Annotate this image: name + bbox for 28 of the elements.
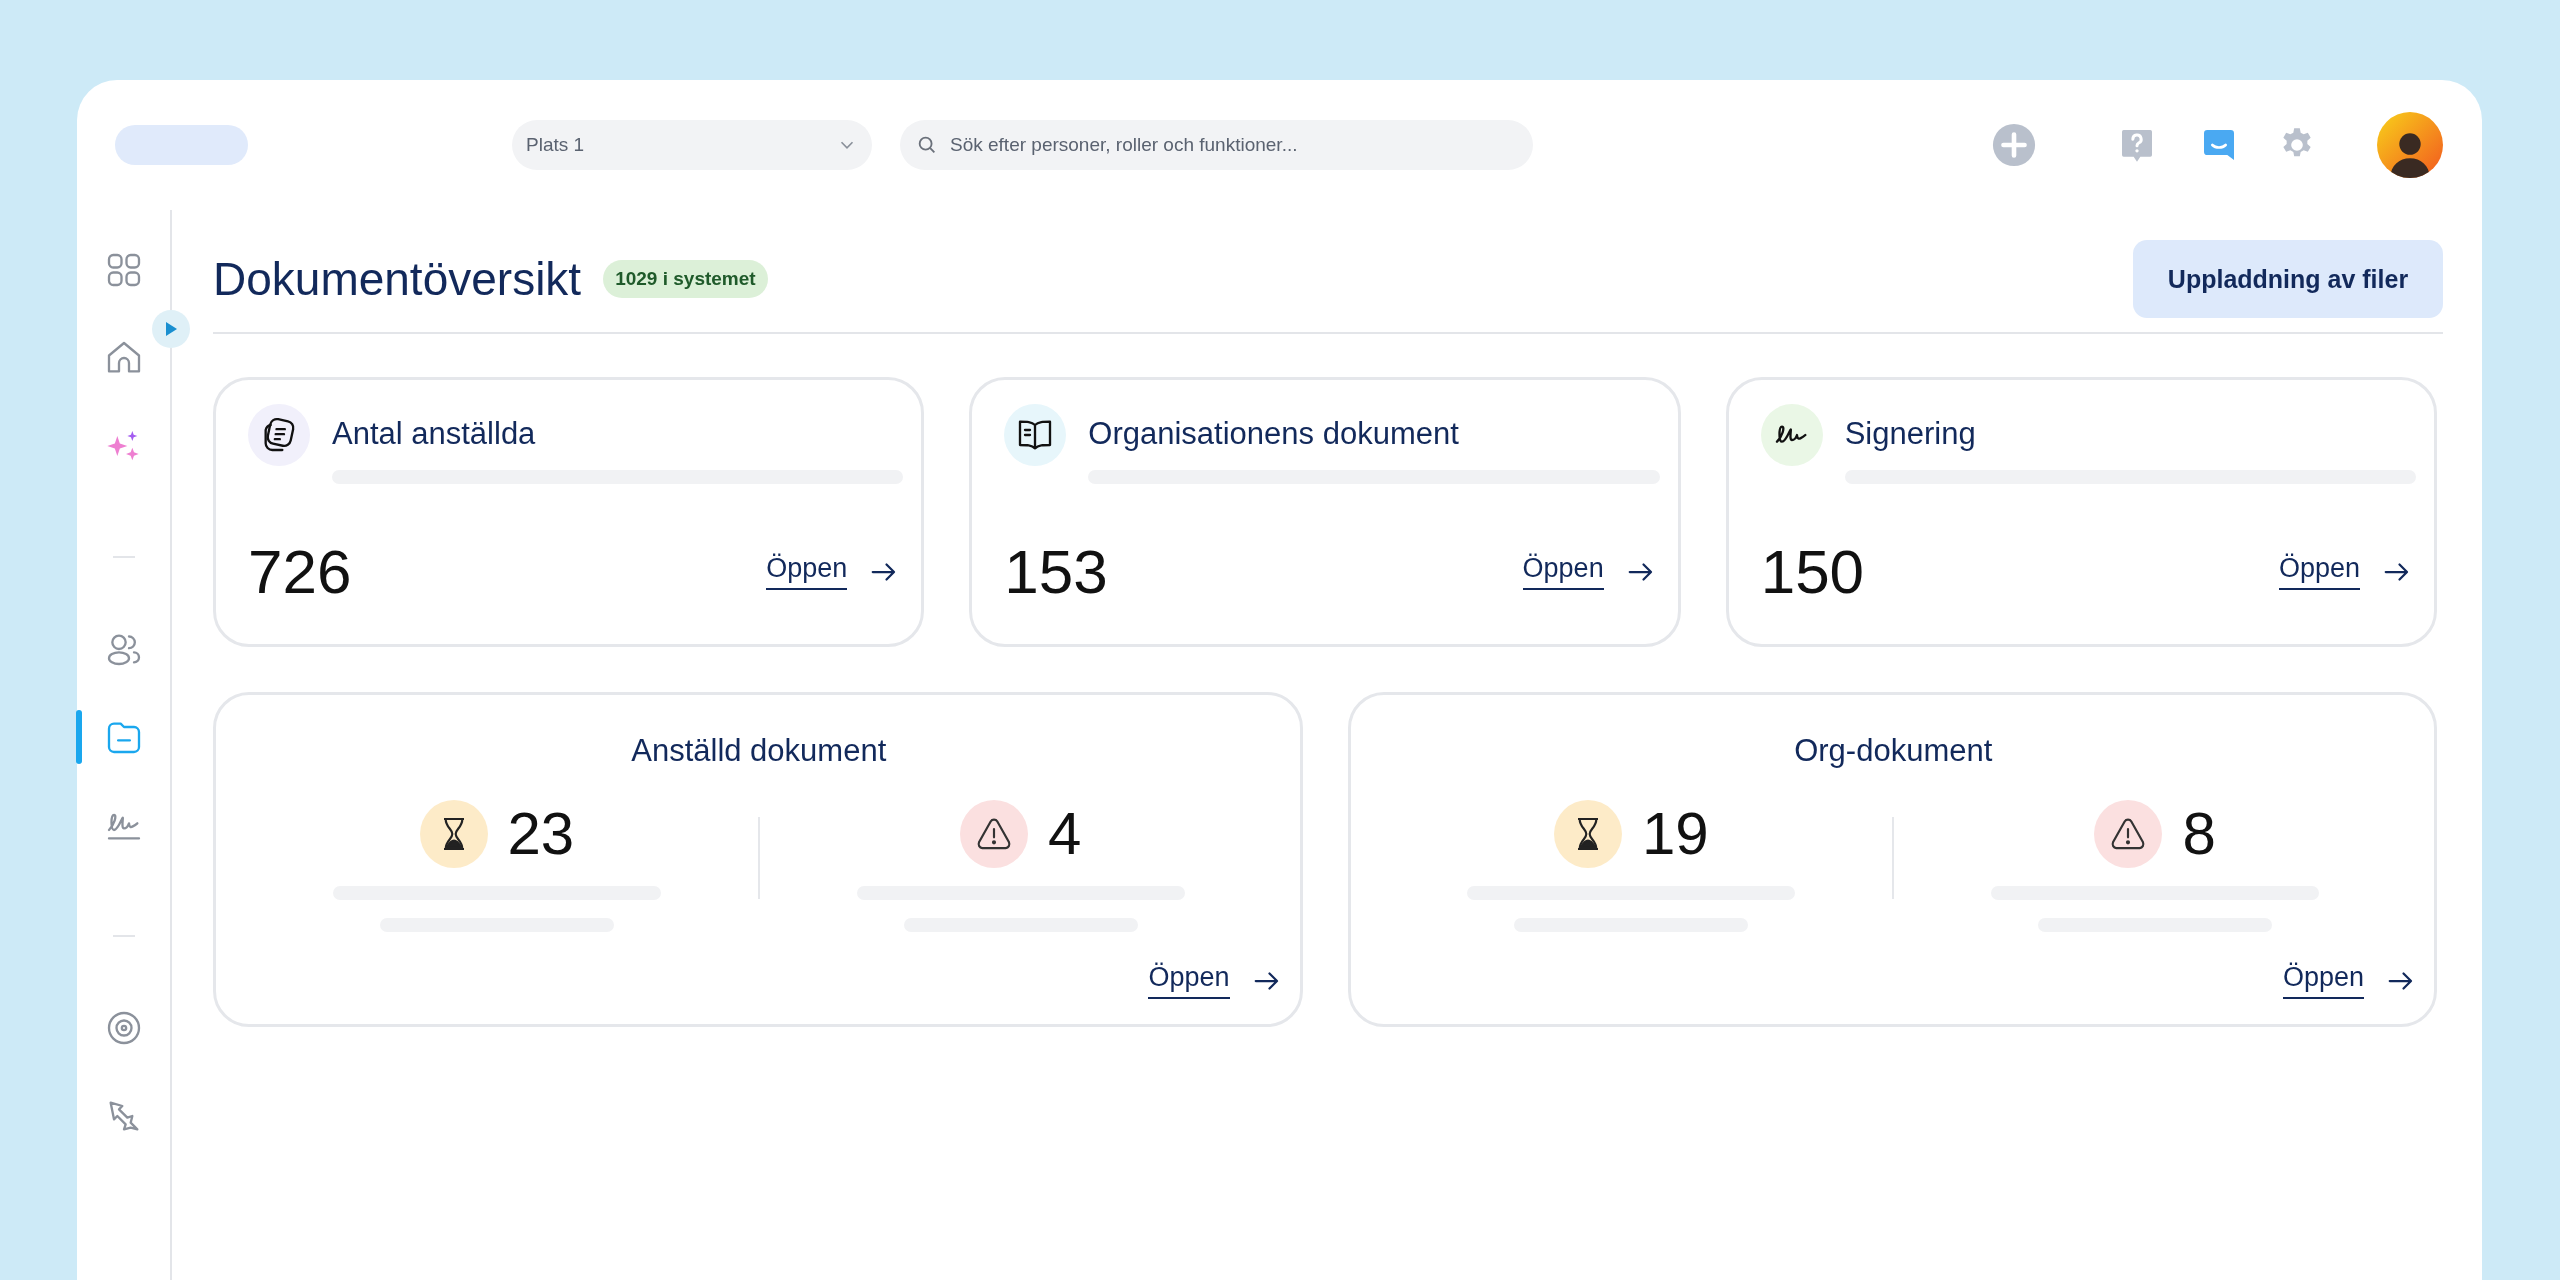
stat-value: 726 — [248, 536, 352, 607]
count-value: 19 — [1642, 799, 1709, 868]
location-select[interactable]: Plats 1 — [512, 120, 872, 170]
card-title: Org-dokument — [1793, 733, 1994, 769]
open-link[interactable]: Öppen — [1522, 553, 1604, 590]
card-title: Signering — [1844, 416, 1976, 452]
stat-value: 153 — [1004, 536, 1108, 607]
open-link[interactable]: Öppen — [1148, 962, 1230, 999]
count-value: 8 — [2182, 799, 2216, 868]
count-value: 4 — [1047, 799, 1082, 868]
count-badge: 1029 i systemet — [603, 260, 768, 298]
count-value: 23 — [507, 799, 575, 868]
add-icon[interactable] — [1991, 122, 2037, 168]
search-icon — [916, 134, 938, 156]
upload-button[interactable]: Uppladdning av filer — [2133, 240, 2443, 318]
expand-toggle[interactable] — [152, 310, 190, 348]
active-indicator — [76, 710, 82, 764]
card-title: Anställd dokument — [630, 733, 888, 769]
open-link[interactable]: Öppen — [2282, 962, 2364, 999]
page-title: Dokumentöversikt — [213, 252, 582, 306]
stat-value: 150 — [1760, 536, 1865, 607]
open-link[interactable]: Öppen — [2278, 553, 2360, 590]
play-icon — [164, 321, 178, 337]
card-title: Organisationens dokument — [1088, 416, 1459, 452]
select-value: Plats 1 — [526, 134, 585, 156]
search-field[interactable]: Sök efter personer, roller och funktioner... — [900, 120, 1533, 170]
card-title: Antal anställda — [332, 416, 536, 452]
open-link[interactable]: Öppen — [766, 553, 848, 590]
